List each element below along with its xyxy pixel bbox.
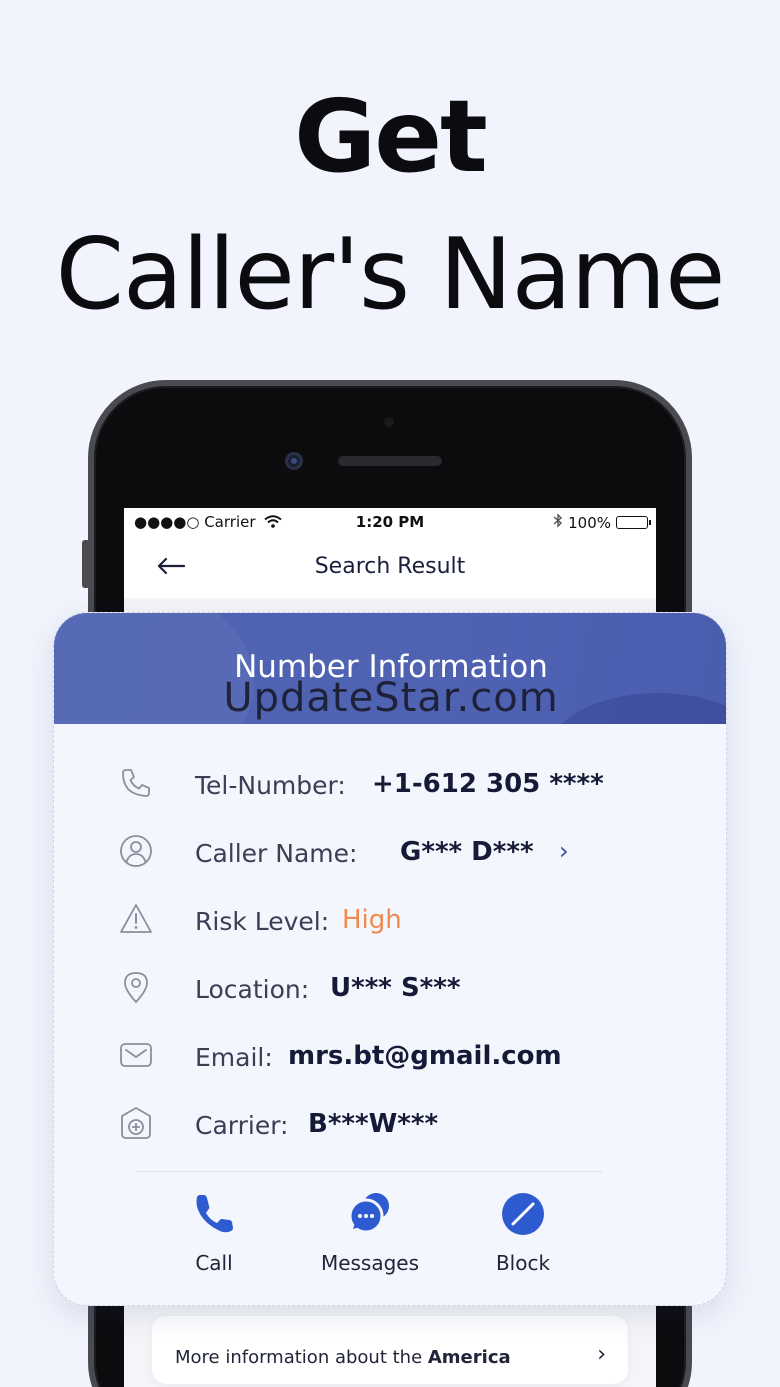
row-location: Location: U*** S*** bbox=[54, 969, 726, 1009]
more-info-button[interactable]: More information about the America › bbox=[152, 1316, 628, 1384]
call-button[interactable]: Call bbox=[144, 1191, 284, 1275]
block-icon bbox=[500, 1191, 546, 1237]
phone-icon bbox=[118, 765, 154, 801]
row-risk-level: Risk Level: High bbox=[54, 901, 726, 941]
block-label: Block bbox=[495, 1251, 551, 1275]
page-title: Search Result bbox=[314, 554, 466, 579]
row-value-risk: High bbox=[342, 905, 402, 935]
more-info-country: America bbox=[427, 1347, 511, 1368]
row-value-location: U*** S*** bbox=[330, 973, 461, 1003]
row-label: Email: bbox=[195, 1043, 273, 1072]
row-label: Risk Level: bbox=[195, 907, 330, 936]
row-label: Location: bbox=[195, 975, 310, 1004]
more-info-prefix: More information about the bbox=[175, 1347, 428, 1368]
block-button[interactable]: Block bbox=[453, 1191, 593, 1275]
user-icon bbox=[118, 833, 154, 869]
chevron-right-icon: › bbox=[559, 837, 569, 865]
divider bbox=[136, 1171, 602, 1172]
headline-get: Get bbox=[294, 78, 488, 195]
row-tel-number: Tel-Number: +1-612 305 **** bbox=[54, 765, 726, 805]
status-right: 100% bbox=[553, 513, 651, 532]
chevron-right-icon: › bbox=[597, 1342, 606, 1367]
call-label: Call bbox=[195, 1251, 233, 1275]
row-carrier: Carrier: B***W*** bbox=[54, 1105, 726, 1145]
status-bar: ●●●●○ Carrier 1:20 PM 100% bbox=[124, 508, 656, 536]
messages-button[interactable]: Messages bbox=[300, 1191, 440, 1275]
phone-camera bbox=[285, 452, 303, 470]
battery-icon bbox=[616, 516, 651, 529]
bluetooth-icon bbox=[553, 513, 563, 532]
carrier-icon bbox=[118, 1105, 154, 1141]
row-value-caller: G*** D*** bbox=[400, 837, 534, 867]
row-email: Email: mrs.bt@gmail.com bbox=[54, 1037, 726, 1077]
messages-label: Messages bbox=[320, 1251, 420, 1275]
more-info-text: More information about the America bbox=[175, 1347, 511, 1368]
mail-icon bbox=[118, 1037, 154, 1073]
row-label: Tel-Number: bbox=[195, 771, 346, 800]
row-value-email: mrs.bt@gmail.com bbox=[288, 1041, 562, 1071]
row-caller-name[interactable]: Caller Name: G*** D*** › bbox=[54, 833, 726, 873]
warning-icon bbox=[118, 901, 154, 937]
headline-callers-name: Caller's Name bbox=[55, 218, 726, 332]
row-label: Carrier: bbox=[195, 1111, 289, 1140]
phone-call-icon bbox=[191, 1191, 237, 1237]
nav-bar: Search Result bbox=[124, 536, 656, 598]
phone-speaker bbox=[338, 456, 442, 466]
watermark-text: UpdateStar.com bbox=[223, 675, 559, 721]
row-value-tel: +1-612 305 **** bbox=[372, 769, 604, 799]
row-value-carrier: B***W*** bbox=[308, 1109, 439, 1139]
phone-sensor bbox=[384, 417, 394, 427]
row-label: Caller Name: bbox=[195, 839, 358, 868]
location-icon bbox=[118, 969, 154, 1005]
number-information-card: Number Information UpdateStar.com Tel-Nu… bbox=[53, 612, 727, 1306]
battery-percent: 100% bbox=[568, 513, 611, 532]
messages-icon bbox=[347, 1191, 393, 1237]
